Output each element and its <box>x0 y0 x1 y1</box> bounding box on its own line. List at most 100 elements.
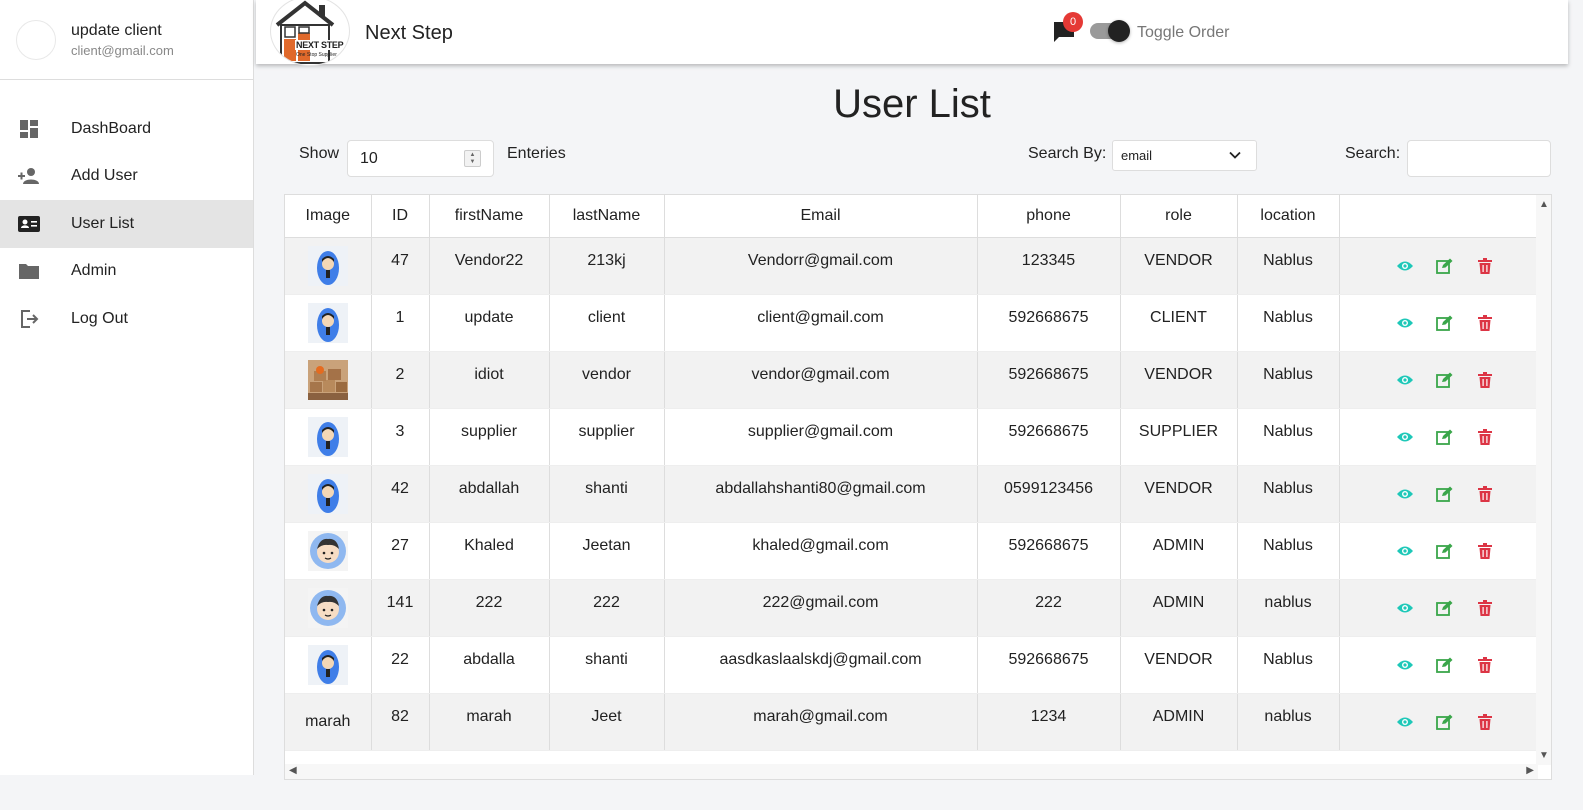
scroll-up-icon[interactable]: ▲ <box>1539 199 1549 210</box>
horizontal-scrollbar[interactable]: ◀ ▶ <box>285 764 1538 779</box>
delete-icon[interactable] <box>1476 257 1494 275</box>
column-header: ID <box>371 195 430 238</box>
edit-icon[interactable] <box>1436 428 1454 446</box>
table-row: 42 abdallah shanti abdallahshanti80@gmail.c… <box>285 465 1539 523</box>
cell-lastName: vendor <box>549 351 665 409</box>
actions-cell <box>1339 351 1539 409</box>
view-icon[interactable] <box>1396 542 1414 560</box>
edit-icon[interactable] <box>1436 371 1454 389</box>
sidebar-item-add-user[interactable]: Add User <box>0 153 253 201</box>
view-icon[interactable] <box>1396 371 1414 389</box>
avatar <box>16 19 56 60</box>
entries-label: Enteries <box>507 145 566 162</box>
sidebar-item-logout[interactable]: Log Out <box>0 295 253 343</box>
actions-cell <box>1339 636 1539 694</box>
cell-email: 222@gmail.com <box>664 579 978 637</box>
view-icon[interactable] <box>1396 314 1414 332</box>
edit-icon[interactable] <box>1436 257 1454 275</box>
table-body: 47 Vendor22 213kj Vendorr@gmail.com 123345 VE… <box>285 237 1539 751</box>
view-icon[interactable] <box>1396 599 1414 617</box>
cell-lastName: shanti <box>549 465 665 523</box>
edit-icon[interactable] <box>1436 314 1454 332</box>
column-header: Email <box>664 195 978 238</box>
user-image <box>285 587 371 628</box>
cell-role: VENDOR <box>1120 351 1238 409</box>
scroll-down-icon[interactable]: ▼ <box>1539 750 1549 761</box>
chevron-down-icon <box>1228 148 1242 162</box>
edit-icon[interactable] <box>1436 599 1454 617</box>
view-icon[interactable] <box>1396 257 1414 275</box>
scroll-left-icon[interactable]: ◀ <box>289 765 297 776</box>
edit-icon[interactable] <box>1436 713 1454 731</box>
cell-location: Nablus <box>1237 294 1340 352</box>
user-image-cell <box>285 579 372 637</box>
cell-role: VENDOR <box>1120 636 1238 694</box>
delete-icon[interactable] <box>1476 371 1494 389</box>
delete-icon[interactable] <box>1476 485 1494 503</box>
delete-icon[interactable] <box>1476 542 1494 560</box>
column-header-actions <box>1339 195 1539 238</box>
cell-id: 82 <box>371 693 430 751</box>
cell-role: ADMIN <box>1120 579 1238 637</box>
sidebar-item-user-list[interactable]: User List <box>0 200 253 248</box>
top-header: NEXT STEP One Stop Supplier Next Step 0 … <box>256 0 1568 66</box>
user-image <box>285 644 371 685</box>
edit-icon[interactable] <box>1436 542 1454 560</box>
table-row: 22 abdalla shanti aasdkaslaalskdj@gmail.com… <box>285 636 1539 694</box>
cell-role: CLIENT <box>1120 294 1238 352</box>
table-row: 2 idiot vendor vendor@gmail.com 592668675 VEN… <box>285 351 1539 409</box>
actions-cell <box>1339 294 1539 352</box>
table-row: marah 82 marah Jeet marah@gmail.com 1234 ADMIN… <box>285 693 1539 751</box>
view-icon[interactable] <box>1396 713 1414 731</box>
cell-id: 22 <box>371 636 430 694</box>
brand-logo[interactable]: NEXT STEP One Stop Supplier <box>270 0 350 66</box>
add-user-icon <box>18 165 40 187</box>
user-image <box>285 473 371 514</box>
actions-cell <box>1339 693 1539 751</box>
entries-input[interactable]: 10 ▲ ▼ <box>347 140 494 177</box>
logo-text: NEXT STEP <box>295 40 345 50</box>
cell-lastName: shanti <box>549 636 665 694</box>
edit-icon[interactable] <box>1436 656 1454 674</box>
delete-icon[interactable] <box>1476 599 1494 617</box>
toggle-order-switch[interactable] <box>1090 20 1130 42</box>
user-image-cell <box>285 465 372 523</box>
cell-phone: 592668675 <box>977 522 1121 580</box>
cell-email: aasdkaslaalskdj@gmail.com <box>664 636 978 694</box>
delete-icon[interactable] <box>1476 656 1494 674</box>
sidebar-item-dashboard[interactable]: DashBoard <box>0 105 253 153</box>
user-table: Image ID firstName lastName Email phone … <box>285 195 1539 751</box>
actions-cell <box>1339 522 1539 580</box>
logout-icon <box>18 308 40 330</box>
cell-role: VENDOR <box>1120 237 1238 295</box>
user-image-cell <box>285 636 372 694</box>
view-icon[interactable] <box>1396 656 1414 674</box>
vertical-scrollbar[interactable]: ▲ ▼ <box>1536 195 1551 765</box>
cell-firstName: 222 <box>429 579 550 637</box>
delete-icon[interactable] <box>1476 428 1494 446</box>
cell-location: Nablus <box>1237 408 1340 466</box>
column-header: role <box>1120 195 1238 238</box>
cell-lastName: client <box>549 294 665 352</box>
table-row: 47 Vendor22 213kj Vendorr@gmail.com 123345 VE… <box>285 237 1539 295</box>
cell-firstName: supplier <box>429 408 550 466</box>
user-image-cell: marah <box>285 693 372 751</box>
show-label: Show <box>299 145 340 162</box>
view-icon[interactable] <box>1396 485 1414 503</box>
cell-location: Nablus <box>1237 237 1340 295</box>
cell-email: marah@gmail.com <box>664 693 978 751</box>
search-by-select[interactable]: email <box>1112 140 1257 171</box>
edit-icon[interactable] <box>1436 485 1454 503</box>
cell-role: ADMIN <box>1120 693 1238 751</box>
sidebar-item-admin[interactable]: Admin <box>0 248 253 296</box>
view-icon[interactable] <box>1396 428 1414 446</box>
search-input[interactable] <box>1407 140 1551 177</box>
cell-lastName: 222 <box>549 579 665 637</box>
entries-stepper[interactable]: ▲ ▼ <box>464 150 481 167</box>
delete-icon[interactable] <box>1476 713 1494 731</box>
actions-cell <box>1339 237 1539 295</box>
cell-email: Vendorr@gmail.com <box>664 237 978 295</box>
page-title: User List <box>833 82 991 126</box>
delete-icon[interactable] <box>1476 314 1494 332</box>
scroll-right-icon[interactable]: ▶ <box>1526 765 1534 776</box>
